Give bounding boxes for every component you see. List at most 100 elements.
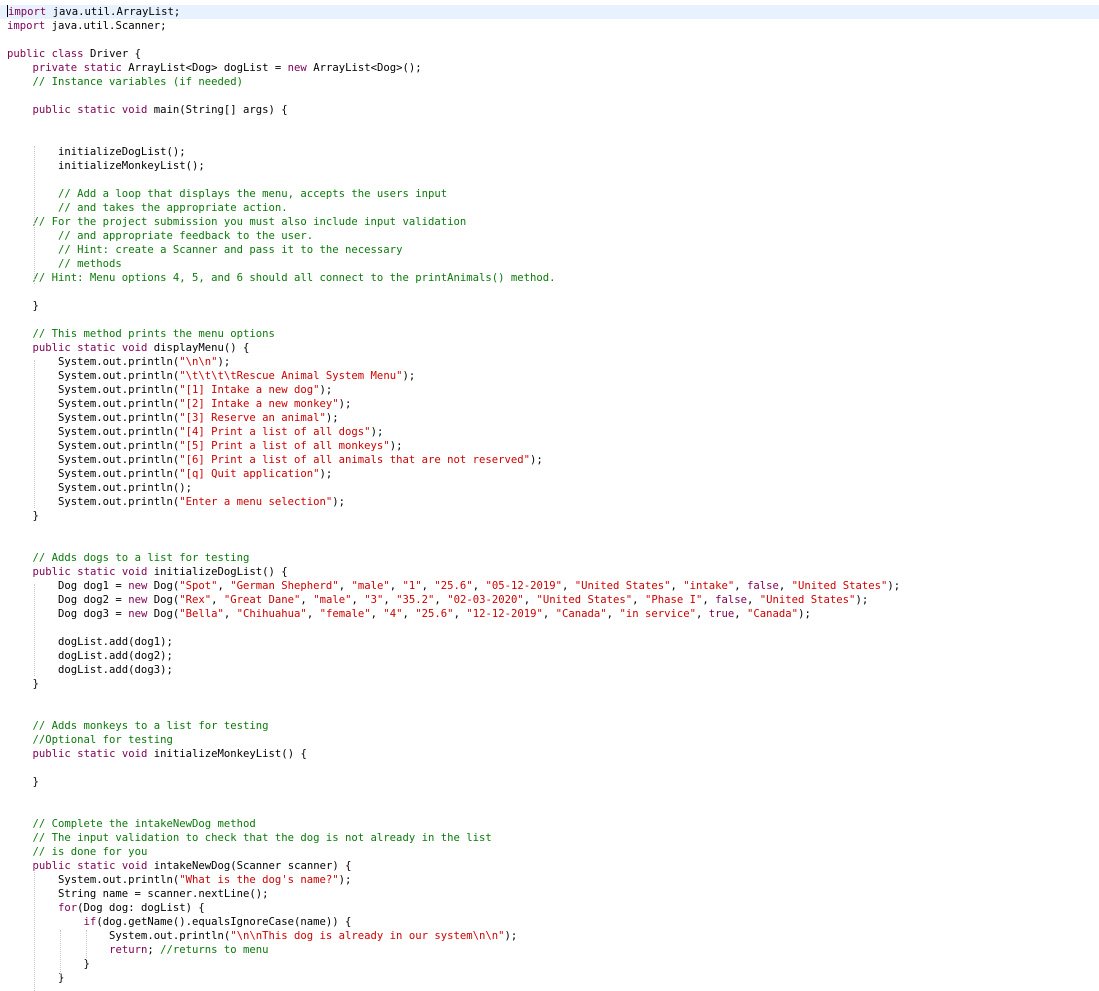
code-token: static: [77, 104, 116, 116]
code-line[interactable]: }: [7, 509, 39, 523]
code-token: void: [121, 566, 148, 578]
code-line[interactable]: String name = scanner.nextLine();: [7, 887, 268, 901]
indent-guide: [60, 930, 61, 980]
code-token: }: [7, 958, 90, 970]
code-token: static: [77, 566, 116, 578]
code-token: static: [77, 860, 116, 872]
code-token: //Optional for testing: [32, 734, 173, 746]
code-line[interactable]: System.out.println("[4] Print a list of …: [7, 425, 383, 439]
code-line[interactable]: if(dog.getName().equalsIgnoreCase(name))…: [7, 915, 352, 929]
code-token: System.out.println(: [7, 468, 180, 480]
code-token: ,: [217, 580, 231, 592]
code-line[interactable]: System.out.println("Enter a menu selecti…: [7, 495, 345, 509]
code-token: );: [887, 580, 901, 592]
code-token: "German Shepherd": [230, 580, 339, 592]
code-line[interactable]: import java.util.ArrayList;: [0, 5, 1099, 19]
indent-guide: [34, 360, 35, 508]
code-line[interactable]: // Complete the intakeNewDog method: [7, 817, 256, 831]
code-line[interactable]: // Adds dogs to a list for testing: [7, 551, 250, 565]
code-line[interactable]: }: [7, 677, 39, 691]
code-line[interactable]: dogList.add(dog2);: [7, 649, 173, 663]
code-token: );: [402, 370, 416, 382]
code-line[interactable]: System.out.println("\n\n");: [7, 355, 230, 369]
code-token: "\n\n": [179, 356, 218, 368]
indent-guide: [34, 146, 35, 284]
code-token: );: [338, 874, 352, 886]
code-token: Dog dog3 =: [7, 608, 129, 620]
code-line[interactable]: public static void displayMenu() {: [7, 341, 250, 355]
code-token: "in service": [619, 608, 696, 620]
code-line[interactable]: System.out.println("What is the dog's na…: [7, 873, 351, 887]
code-line[interactable]: Dog dog3 = new Dog("Bella", "Chihuahua",…: [7, 607, 811, 621]
code-line[interactable]: Dog dog2 = new Dog("Rex", "Great Dane", …: [7, 593, 868, 607]
code-line[interactable]: // and takes the appropriate action.: [7, 201, 288, 215]
code-line[interactable]: System.out.println("[q] Quit application…: [7, 467, 332, 481]
code-line[interactable]: dogList.add(dog3);: [7, 663, 173, 677]
code-line[interactable]: // Hint: create a Scanner and pass it to…: [7, 243, 402, 257]
code-line[interactable]: // methods: [7, 257, 122, 271]
code-line[interactable]: System.out.println("[3] Reserve an anima…: [7, 411, 339, 425]
code-token: false: [715, 594, 747, 606]
code-line[interactable]: // For the project submission you must a…: [7, 215, 467, 229]
code-line[interactable]: System.out.println("[2] Intake a new mon…: [7, 397, 351, 411]
code-line[interactable]: // This method prints the menu options: [7, 327, 275, 341]
indent-guide: [86, 930, 87, 960]
code-line[interactable]: System.out.println("[5] Print a list of …: [7, 439, 402, 453]
code-line[interactable]: System.out.println("\n\nThis dog is alre…: [7, 929, 517, 943]
code-token: "Canada": [555, 608, 607, 620]
code-line[interactable]: // and appropriate feedback to the user.: [7, 229, 313, 243]
code-token: private: [32, 62, 78, 74]
code-token: (dog.getName().equalsIgnoreCase(name)) {: [96, 916, 352, 928]
code-line[interactable]: // Instance variables (if needed): [7, 75, 243, 89]
code-line[interactable]: }: [7, 971, 64, 985]
code-line[interactable]: // Adds monkeys to a list for testing: [7, 719, 269, 733]
code-line[interactable]: public static void intakeNewDog(Scanner …: [7, 859, 352, 873]
code-token: public: [32, 748, 71, 760]
code-token: public: [7, 48, 46, 60]
code-line[interactable]: System.out.println("\t\t\t\tRescue Anima…: [7, 369, 415, 383]
code-line[interactable]: // Add a loop that displays the menu, ac…: [7, 187, 447, 201]
code-line[interactable]: }: [7, 957, 90, 971]
code-token: "25.6": [434, 580, 473, 592]
code-token: "Canada": [747, 608, 799, 620]
code-line[interactable]: initializeMonkeyList();: [7, 159, 205, 173]
code-line[interactable]: // is done for you: [7, 845, 148, 859]
code-token: "Chihuahua": [236, 608, 307, 620]
code-token: Dog(: [147, 594, 180, 606]
code-line[interactable]: import java.util.Scanner;: [7, 19, 166, 33]
code-line[interactable]: System.out.println("[6] Print a list of …: [7, 453, 543, 467]
code-token: );: [530, 454, 543, 466]
code-line[interactable]: // The input validation to check that th…: [7, 831, 492, 845]
code-token: new: [128, 594, 148, 606]
code-token: ,: [306, 608, 320, 620]
code-token: );: [325, 412, 339, 424]
code-token: if: [83, 916, 97, 928]
code-token: ,: [402, 608, 416, 620]
code-token: public: [32, 342, 71, 354]
code-token: dogList.add(dog1);: [7, 636, 173, 648]
code-line[interactable]: public static void initializeDogList() {: [7, 565, 288, 579]
code-line[interactable]: public static void initializeMonkeyList(…: [7, 747, 307, 761]
code-line[interactable]: }: [7, 775, 39, 789]
code-line[interactable]: private static ArrayList<Dog> dogList = …: [7, 61, 422, 75]
code-token: // and appropriate feedback to the user.: [58, 230, 314, 242]
code-token: System.out.println(: [7, 356, 180, 368]
code-token: import: [7, 20, 46, 32]
code-line[interactable]: }: [7, 299, 39, 313]
code-line[interactable]: for(Dog dog: dogList) {: [7, 901, 205, 915]
code-line[interactable]: public static void main(String[] args) {: [7, 103, 288, 117]
code-line[interactable]: return; //returns to menu: [7, 943, 268, 957]
code-line[interactable]: dogList.add(dog1);: [7, 635, 173, 649]
code-line[interactable]: //Optional for testing: [7, 733, 173, 747]
code-line[interactable]: Dog dog1 = new Dog("Spot", "German Sheph…: [7, 579, 900, 593]
code-line[interactable]: public class Driver {: [7, 47, 141, 61]
code-line[interactable]: System.out.println("[1] Intake a new dog…: [7, 383, 332, 397]
code-token: dogList.add(dog3);: [7, 664, 173, 676]
code-editor[interactable]: import java.util.ArrayList; import java.u…: [0, 0, 1099, 991]
code-token: Driver {: [83, 48, 141, 60]
code-line[interactable]: // Hint: Menu options 4, 5, and 6 should…: [7, 271, 556, 285]
